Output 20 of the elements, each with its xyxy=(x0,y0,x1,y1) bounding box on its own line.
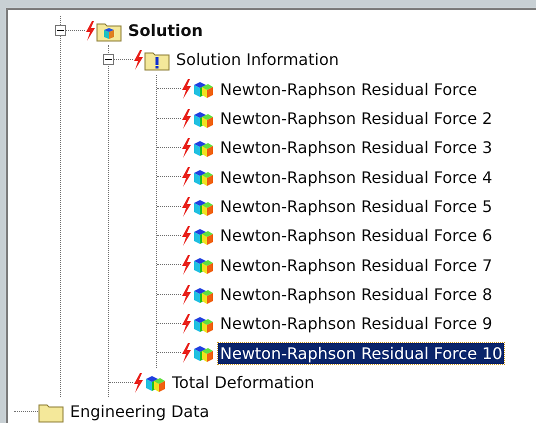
tree-item[interactable]: Solution xyxy=(126,20,205,42)
tree-item[interactable]: Newton-Raphson Residual Force 7 xyxy=(218,254,494,276)
tree-item[interactable]: Newton-Raphson Residual Force 2 xyxy=(218,108,494,130)
tree-item[interactable]: Newton-Raphson Residual Force 4 xyxy=(218,166,494,188)
cube-icon xyxy=(192,167,214,188)
collapse-toggle[interactable] xyxy=(103,54,114,65)
collapse-toggle[interactable] xyxy=(55,24,66,36)
tree-item[interactable]: Newton-Raphson Residual Force 5 xyxy=(218,196,494,218)
tree-item[interactable]: Total Deformation xyxy=(170,372,316,394)
tree-item[interactable]: Newton-Raphson Residual Force 8 xyxy=(218,284,494,306)
tree-item[interactable]: Solution Information xyxy=(174,49,341,70)
cube-icon xyxy=(192,343,214,364)
tree-item[interactable]: Engineering Data xyxy=(68,401,212,422)
tree-item[interactable]: Newton-Raphson Residual Force 9 xyxy=(218,313,494,334)
tree-item[interactable]: Newton-Raphson Residual Force 3 xyxy=(218,137,494,158)
tree-item[interactable]: Newton-Raphson Residual Force 6 xyxy=(218,225,494,246)
cube-icon xyxy=(192,255,214,276)
tree-item[interactable]: Newton-Raphson Residual Force xyxy=(218,78,480,100)
cube-icon xyxy=(192,79,214,100)
tree-item[interactable]: Newton-Raphson Residual Force 10 xyxy=(218,342,504,364)
